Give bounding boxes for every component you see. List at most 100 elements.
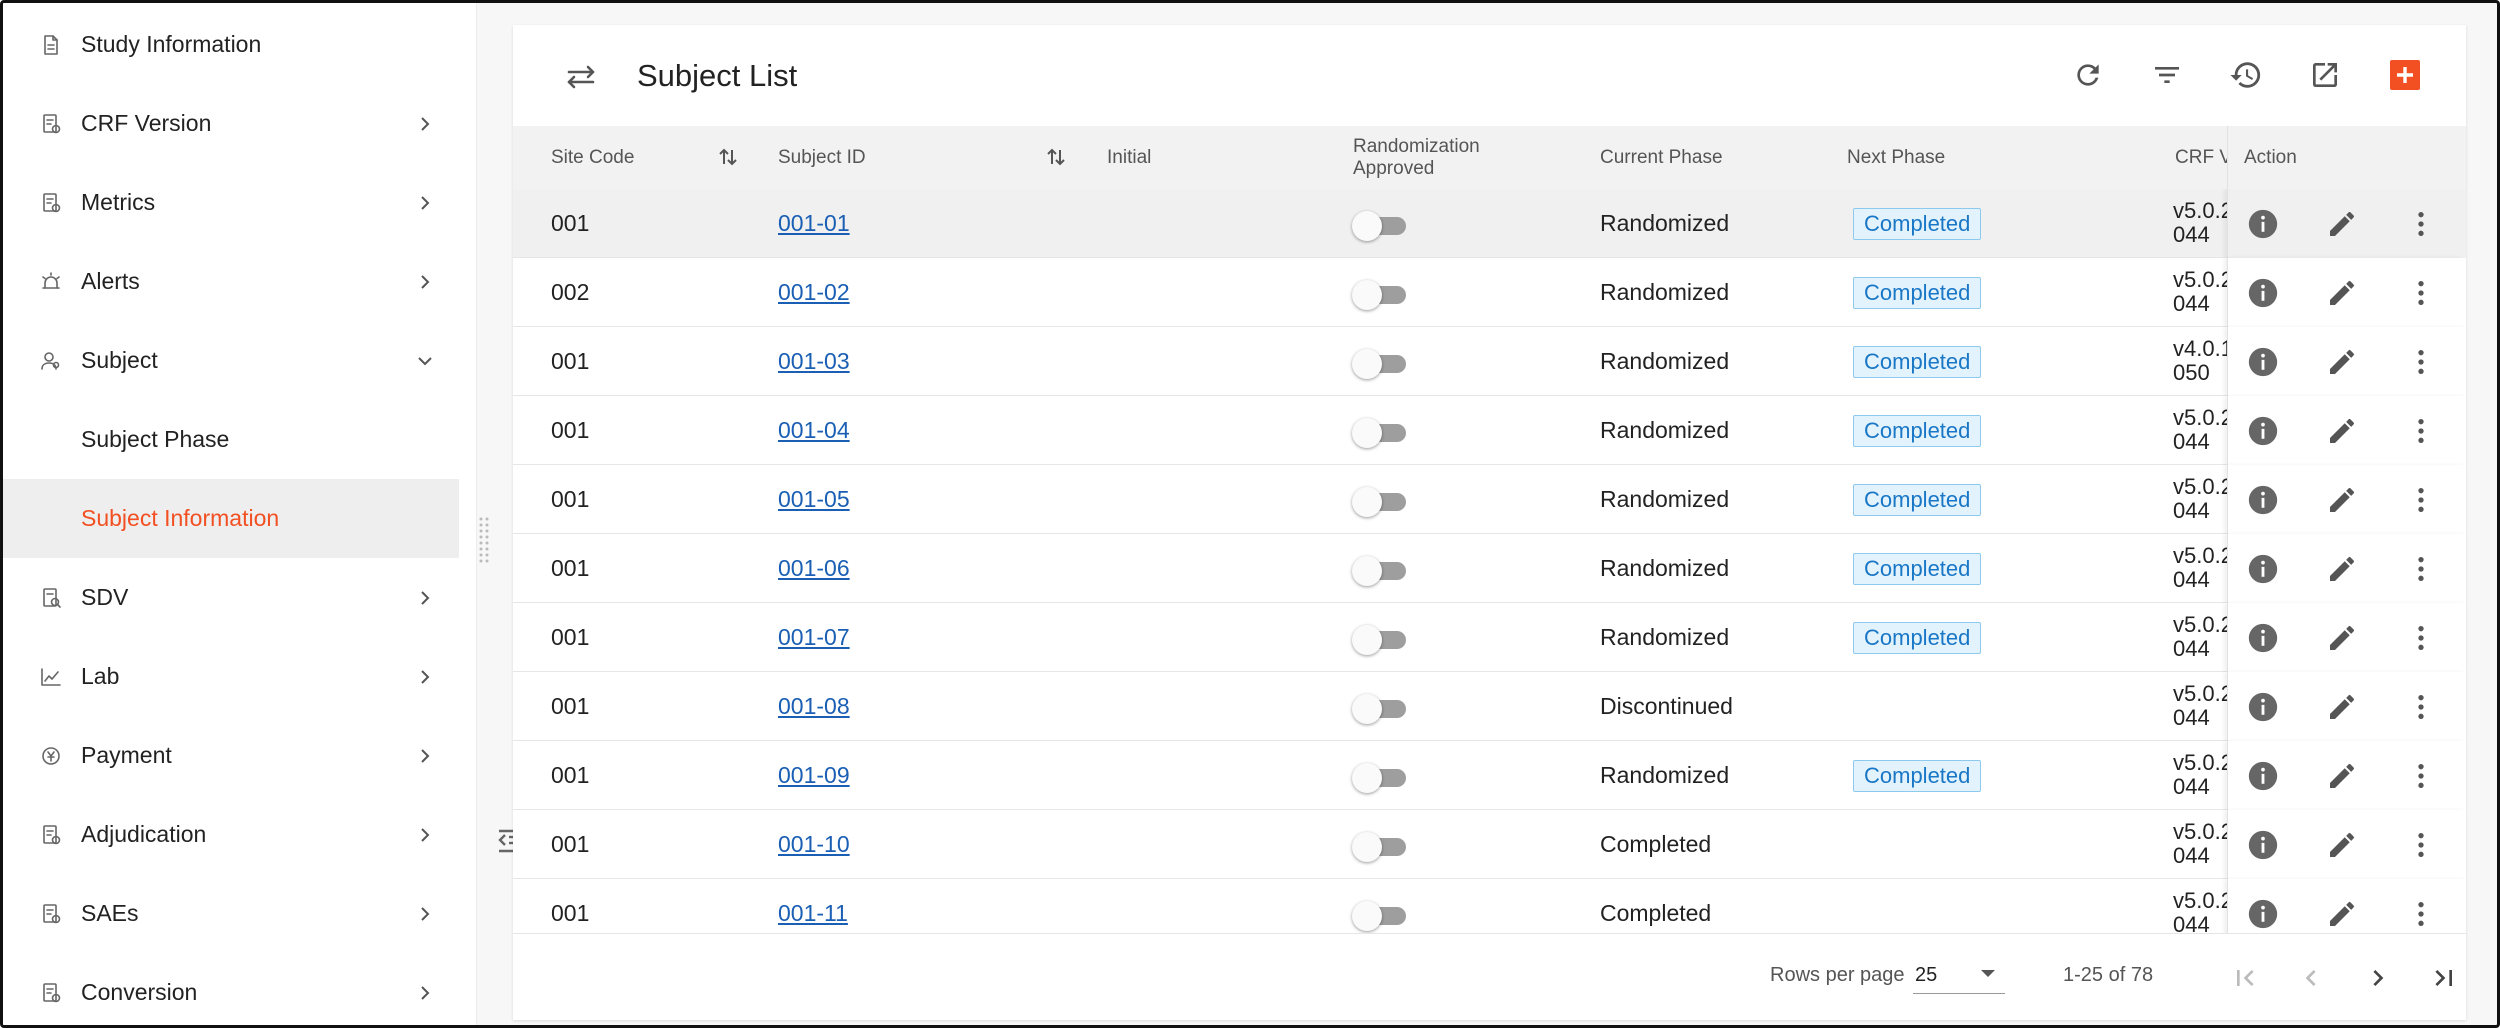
info-icon[interactable] [2246, 621, 2280, 655]
more-vert-icon[interactable] [2404, 897, 2438, 931]
add-icon[interactable] [2385, 55, 2425, 95]
edit-icon[interactable] [2325, 759, 2359, 793]
sidebar-item-label: Conversion [81, 979, 198, 1005]
sort-icon[interactable] [717, 146, 739, 168]
info-icon[interactable] [2246, 828, 2280, 862]
crf-version-line2: 044 [2173, 222, 2210, 247]
randomization-approved-toggle[interactable] [1352, 418, 1408, 448]
sidebar-item-saes[interactable]: SAEs [3, 874, 459, 953]
edit-icon[interactable] [2325, 345, 2359, 379]
edit-icon[interactable] [2325, 828, 2359, 862]
edit-icon[interactable] [2325, 414, 2359, 448]
sidebar-item-study-information[interactable]: Study Information [3, 5, 459, 84]
randomization-approved-toggle[interactable] [1352, 625, 1408, 655]
randomization-approved-toggle[interactable] [1352, 901, 1408, 931]
table-row[interactable]: 001 001-08 Discontinued v5.0.2 044 [513, 672, 2466, 741]
sidebar-item-lab[interactable]: Lab [3, 637, 459, 716]
info-icon[interactable] [2246, 414, 2280, 448]
info-icon[interactable] [2246, 345, 2280, 379]
info-icon[interactable] [2246, 759, 2280, 793]
subject-id-link[interactable]: 001-09 [778, 762, 850, 789]
randomization-approved-toggle[interactable] [1352, 211, 1408, 241]
history-icon[interactable] [2226, 55, 2266, 95]
more-vert-icon[interactable] [2404, 414, 2438, 448]
current-phase-cell: Randomized [1600, 624, 1730, 650]
subject-id-link[interactable]: 001-08 [778, 693, 850, 720]
randomization-approved-toggle[interactable] [1352, 763, 1408, 793]
randomization-approved-toggle[interactable] [1352, 556, 1408, 586]
edit-icon[interactable] [2325, 690, 2359, 724]
previous-page-icon[interactable] [2291, 958, 2331, 998]
more-vert-icon[interactable] [2404, 345, 2438, 379]
more-vert-icon[interactable] [2404, 828, 2438, 862]
info-icon[interactable] [2246, 483, 2280, 517]
more-vert-icon[interactable] [2404, 552, 2438, 586]
next-page-icon[interactable] [2358, 958, 2398, 998]
edit-icon[interactable] [2325, 207, 2359, 241]
site-code-cell: 001 [551, 624, 590, 650]
sidebar-item-sdv[interactable]: SDV [3, 558, 459, 637]
swap-icon[interactable] [563, 59, 599, 95]
edit-icon[interactable] [2325, 897, 2359, 931]
column-header-action: Action [2227, 126, 2466, 189]
randomization-approved-toggle[interactable] [1352, 349, 1408, 379]
more-vert-icon[interactable] [2404, 759, 2438, 793]
first-page-icon[interactable] [2225, 958, 2265, 998]
column-header-randomization-line2: Approved [1353, 157, 1435, 179]
table-row[interactable]: 001 001-05 Randomized Completed v5.0.2 044 [513, 465, 2466, 534]
sidebar-item-alerts[interactable]: Alerts [3, 242, 459, 321]
randomization-approved-toggle[interactable] [1352, 280, 1408, 310]
sidebar-item-metrics[interactable]: Metrics [3, 163, 459, 242]
subject-id-link[interactable]: 001-01 [778, 210, 850, 237]
subject-id-link[interactable]: 001-06 [778, 555, 850, 582]
sidebar-item-conversion[interactable]: Conversion [3, 953, 459, 1025]
subject-id-link[interactable]: 001-07 [778, 624, 850, 651]
sidebar-item-subject-phase[interactable]: Subject Phase [3, 400, 459, 479]
more-vert-icon[interactable] [2404, 483, 2438, 517]
more-vert-icon[interactable] [2404, 276, 2438, 310]
chevron-right-icon [413, 902, 437, 926]
table-row[interactable]: 001 001-04 Randomized Completed v5.0.2 044 [513, 396, 2466, 465]
info-icon[interactable] [2246, 207, 2280, 241]
info-icon[interactable] [2246, 897, 2280, 931]
more-vert-icon[interactable] [2404, 621, 2438, 655]
sidebar-item-subject[interactable]: Subject [3, 321, 459, 400]
subject-id-link[interactable]: 001-05 [778, 486, 850, 513]
table-row[interactable]: 001 001-03 Randomized Completed v4.0.1 050 [513, 327, 2466, 396]
chevron-right-icon [413, 270, 437, 294]
info-icon[interactable] [2246, 690, 2280, 724]
sidebar-item-subject-information[interactable]: Subject Information [3, 479, 459, 558]
randomization-approved-toggle[interactable] [1352, 694, 1408, 724]
sidebar-resize-handle[interactable] [477, 515, 491, 565]
more-vert-icon[interactable] [2404, 690, 2438, 724]
rows-per-page-select[interactable]: 25 [1913, 956, 2005, 994]
subject-id-link[interactable]: 001-11 [778, 900, 848, 927]
table-row[interactable]: 001 001-06 Randomized Completed v5.0.2 044 [513, 534, 2466, 603]
subject-id-link[interactable]: 001-02 [778, 279, 850, 306]
sort-icon[interactable] [1045, 146, 1067, 168]
sidebar-item-payment[interactable]: Payment [3, 716, 459, 795]
randomization-approved-toggle[interactable] [1352, 832, 1408, 862]
edit-icon[interactable] [2325, 276, 2359, 310]
sidebar-item-crf-version[interactable]: CRF Version [3, 84, 459, 163]
table-row[interactable]: 001 001-07 Randomized Completed v5.0.2 044 [513, 603, 2466, 672]
table-row[interactable]: 002 001-02 Randomized Completed v5.0.2 044 [513, 258, 2466, 327]
subject-id-link[interactable]: 001-03 [778, 348, 850, 375]
edit-icon[interactable] [2325, 621, 2359, 655]
last-page-icon[interactable] [2424, 958, 2464, 998]
open-external-icon[interactable] [2305, 55, 2345, 95]
more-vert-icon[interactable] [2404, 207, 2438, 241]
info-icon[interactable] [2246, 552, 2280, 586]
subject-id-link[interactable]: 001-04 [778, 417, 850, 444]
randomization-approved-toggle[interactable] [1352, 487, 1408, 517]
edit-icon[interactable] [2325, 552, 2359, 586]
sidebar-item-adjudication[interactable]: Adjudication [3, 795, 459, 874]
edit-icon[interactable] [2325, 483, 2359, 517]
table-row[interactable]: 001 001-10 Completed v5.0.2 044 [513, 810, 2466, 879]
table-row[interactable]: 001 001-09 Randomized Completed v5.0.2 044 [513, 741, 2466, 810]
subject-id-link[interactable]: 001-10 [778, 831, 850, 858]
table-row[interactable]: 001 001-01 Randomized Completed v5.0.2 044 [513, 189, 2466, 258]
info-icon[interactable] [2246, 276, 2280, 310]
filter-icon[interactable] [2147, 55, 2187, 95]
refresh-icon[interactable] [2068, 55, 2108, 95]
